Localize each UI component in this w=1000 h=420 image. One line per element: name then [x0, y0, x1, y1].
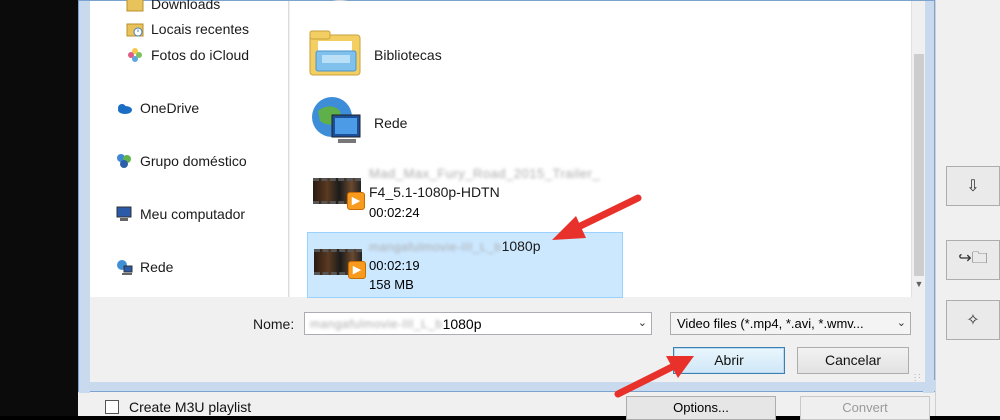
folder-item-network[interactable]: Rede: [308, 93, 407, 152]
file-item-video-selected[interactable]: ▶ mangafulmovie-III_L_b1080p 00:02:19 15…: [307, 232, 623, 298]
open-folder-button[interactable]: ↪🗀: [946, 240, 1000, 280]
create-playlist-checkbox[interactable]: Create M3U playlist: [105, 399, 251, 415]
nav-label: Meu computador: [140, 206, 246, 222]
nav-item-recent-places[interactable]: Locais recentes: [126, 20, 249, 38]
folder-item-libraries[interactable]: Bibliotecas: [308, 25, 442, 84]
nav-label: Locais recentes: [151, 21, 250, 37]
background-left-strip: [0, 0, 78, 416]
nav-item-onedrive[interactable]: OneDrive: [115, 99, 199, 117]
open-file-dialog: Downloads Locais recentes Fotos do iClou…: [78, 0, 936, 393]
background-right-panel: [935, 0, 1000, 416]
homegroup-icon: [115, 152, 133, 170]
move-down-button[interactable]: ⇩: [946, 166, 1000, 206]
resize-grip-icon[interactable]: . .. . .: [914, 369, 925, 383]
libraries-folder-icon: [308, 25, 364, 84]
nav-label: Fotos do iCloud: [151, 47, 250, 63]
computer-icon: [115, 205, 133, 223]
file-name: F4_5.1-1080p-HDTN: [369, 184, 500, 200]
navigation-pane: Downloads Locais recentes Fotos do iClou…: [90, 0, 289, 297]
nav-item-computer[interactable]: Meu computador: [115, 205, 245, 223]
file-size: 158 MB: [369, 277, 414, 292]
file-name-label: Nome:: [253, 316, 295, 332]
options-button[interactable]: Options...: [626, 396, 776, 420]
play-overlay-icon: ▶: [347, 192, 365, 210]
file-name: Bibliotecas: [374, 46, 442, 63]
network-icon: [115, 258, 133, 276]
nav-label: Rede: [140, 259, 174, 275]
nav-label: Grupo doméstico: [140, 153, 247, 169]
cancel-button[interactable]: Cancelar: [797, 347, 909, 374]
chevron-down-icon[interactable]: ⌄: [897, 313, 906, 334]
file-duration: 00:02:19: [369, 258, 420, 273]
folder-arrow-icon: ↪🗀: [958, 249, 988, 267]
nav-item-homegroup[interactable]: Grupo doméstico: [115, 152, 247, 170]
file-name-input[interactable]: mangafulmovie-III_L_b 1080p ⌄: [304, 312, 652, 335]
network-globe-icon: [308, 93, 364, 152]
file-name: Rede: [374, 114, 408, 131]
scroll-down-arrow-icon[interactable]: ▼: [913, 279, 925, 293]
file-name-blurred: Mad_Max_Fury_Road_2015_Trailer_: [369, 166, 601, 181]
nav-label: Downloads: [151, 0, 221, 12]
folder-icon: [126, 0, 144, 13]
magic-wand-button[interactable]: ✧: [946, 300, 1000, 340]
drive-icon: [332, 0, 348, 1]
recent-places-icon: [126, 20, 144, 38]
file-type-select[interactable]: Video files (*.mp4, *.avi, *.wmv... ⌄: [670, 312, 911, 335]
icloud-photos-icon: [126, 46, 144, 64]
chevron-down-icon[interactable]: ⌄: [638, 316, 647, 329]
file-duration: 00:02:24: [369, 205, 420, 220]
create-playlist-label: Create M3U playlist: [129, 399, 252, 415]
nav-item-downloads[interactable]: Downloads: [126, 0, 220, 13]
scrollbar-thumb[interactable]: [914, 54, 924, 276]
magic-wand-icon: ✧: [966, 312, 980, 329]
convert-button[interactable]: Convert: [800, 396, 930, 420]
nav-item-icloud-photos[interactable]: Fotos do iCloud: [126, 46, 249, 64]
dialog-content: Downloads Locais recentes Fotos do iClou…: [90, 0, 925, 383]
onedrive-cloud-icon: [115, 99, 133, 117]
checkbox-box[interactable]: [105, 400, 119, 414]
open-button[interactable]: Abrir: [673, 347, 785, 374]
file-item-video-trailer[interactable]: ▶ Mad_Max_Fury_Road_2015_Trailer_ F4_5.1…: [307, 164, 623, 226]
file-list-scrollbar[interactable]: ▼: [911, 1, 925, 297]
nav-item-network[interactable]: Rede: [115, 258, 173, 276]
partial-file-item: [320, 0, 360, 9]
nav-label: OneDrive: [140, 100, 200, 116]
play-overlay-icon: ▶: [348, 261, 366, 279]
file-list-pane: Bibliotecas Rede ▶ Mad_Max_Fury_Road_201…: [290, 0, 911, 298]
dialog-frame-left: [79, 1, 90, 393]
arrow-down-icon: ⇩: [966, 178, 980, 195]
file-name: mangafulmovie-III_L_b1080p: [369, 238, 541, 254]
